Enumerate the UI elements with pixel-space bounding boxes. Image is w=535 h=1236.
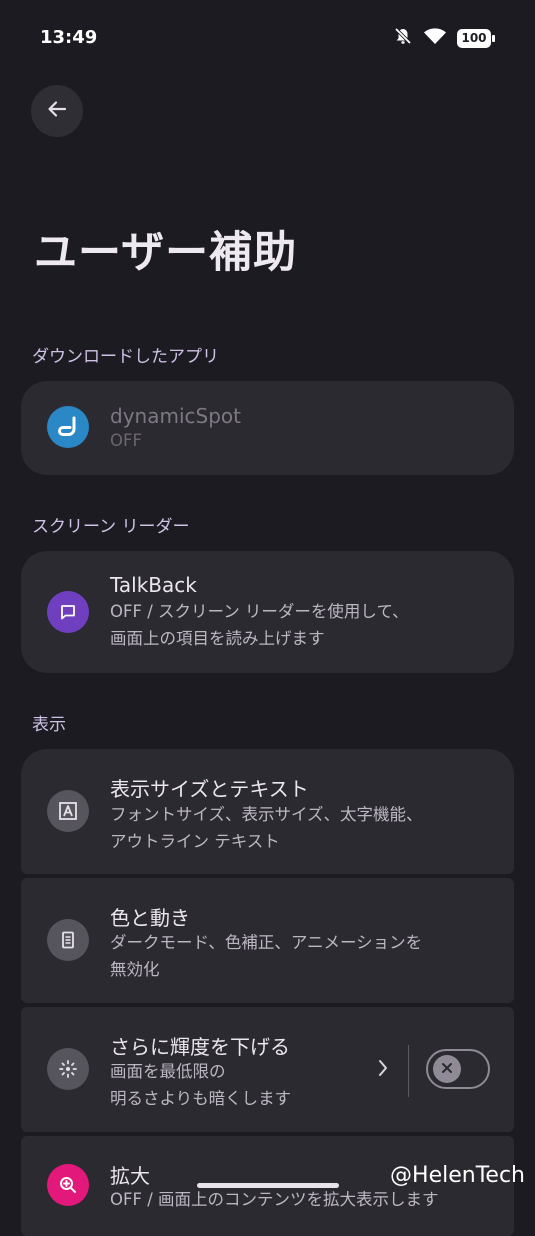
item-title: TalkBack [110,573,197,597]
talkback-icon [47,591,89,633]
list-item-extra-dim[interactable]: さらに輝度を下げる 画面を最低限の 明るさよりも暗くします [21,1007,514,1132]
item-title: 色と動き [110,906,190,930]
wifi-icon [423,26,447,50]
status-bar: 13:49 100 [0,0,535,74]
battery-icon: 100 [457,28,495,48]
list-item-dynamic-spot[interactable]: dynamicSpot OFF [21,381,514,475]
item-subtitle-line1: フォントサイズ、表示サイズ、太字機能、 [110,805,423,824]
item-title: dynamicSpot [110,404,241,428]
list-item-display-size[interactable]: 表示サイズとテキスト フォントサイズ、表示サイズ、太字機能、 アウトライン テキ… [21,749,514,874]
watermark: @HelenTech [390,1163,525,1188]
section-header-downloaded: ダウンロードしたアプリ [32,347,219,367]
color-motion-icon [47,919,89,961]
list-item-color-motion[interactable]: 色と動き ダークモード、色補正、アニメーションを 無効化 [21,878,514,1003]
extra-dim-toggle[interactable] [426,1049,490,1089]
section-header-display: 表示 [32,715,66,735]
item-subtitle-line2: 無効化 [110,960,160,979]
mute-icon [393,26,413,50]
item-subtitle-line1: ダークモード、色補正、アニメーションを [110,933,423,952]
back-button[interactable] [31,85,83,137]
status-icons: 100 [393,26,495,50]
dynamic-spot-app-icon [47,406,89,448]
home-indicator[interactable] [197,1183,339,1188]
item-subtitle-line2: 明るさよりも暗くします [110,1089,292,1108]
extra-dim-icon [47,1048,89,1090]
text-size-icon [47,790,89,832]
status-time: 13:49 [40,27,98,48]
close-icon [440,1060,454,1079]
item-subtitle-line2: アウトライン テキスト [110,832,280,851]
page-title: ユーザー補助 [34,228,298,278]
item-subtitle-line2: 画面上の項目を読み上げます [110,629,325,648]
toggle-knob [433,1055,461,1083]
item-subtitle: OFF [110,431,142,450]
chevron-right-icon[interactable] [375,1057,391,1083]
divider [408,1045,409,1097]
item-title: 表示サイズとテキスト [110,777,309,801]
section-header-screen-reader: スクリーン リーダー [32,517,190,537]
item-title: さらに輝度を下げる [110,1035,290,1059]
item-subtitle-line1: OFF / スクリーン リーダーを使用して、 [110,602,409,621]
item-title: 拡大 [110,1164,150,1188]
arrow-back-icon [45,97,69,125]
list-item-talkback[interactable]: TalkBack OFF / スクリーン リーダーを使用して、 画面上の項目を読… [21,551,514,673]
